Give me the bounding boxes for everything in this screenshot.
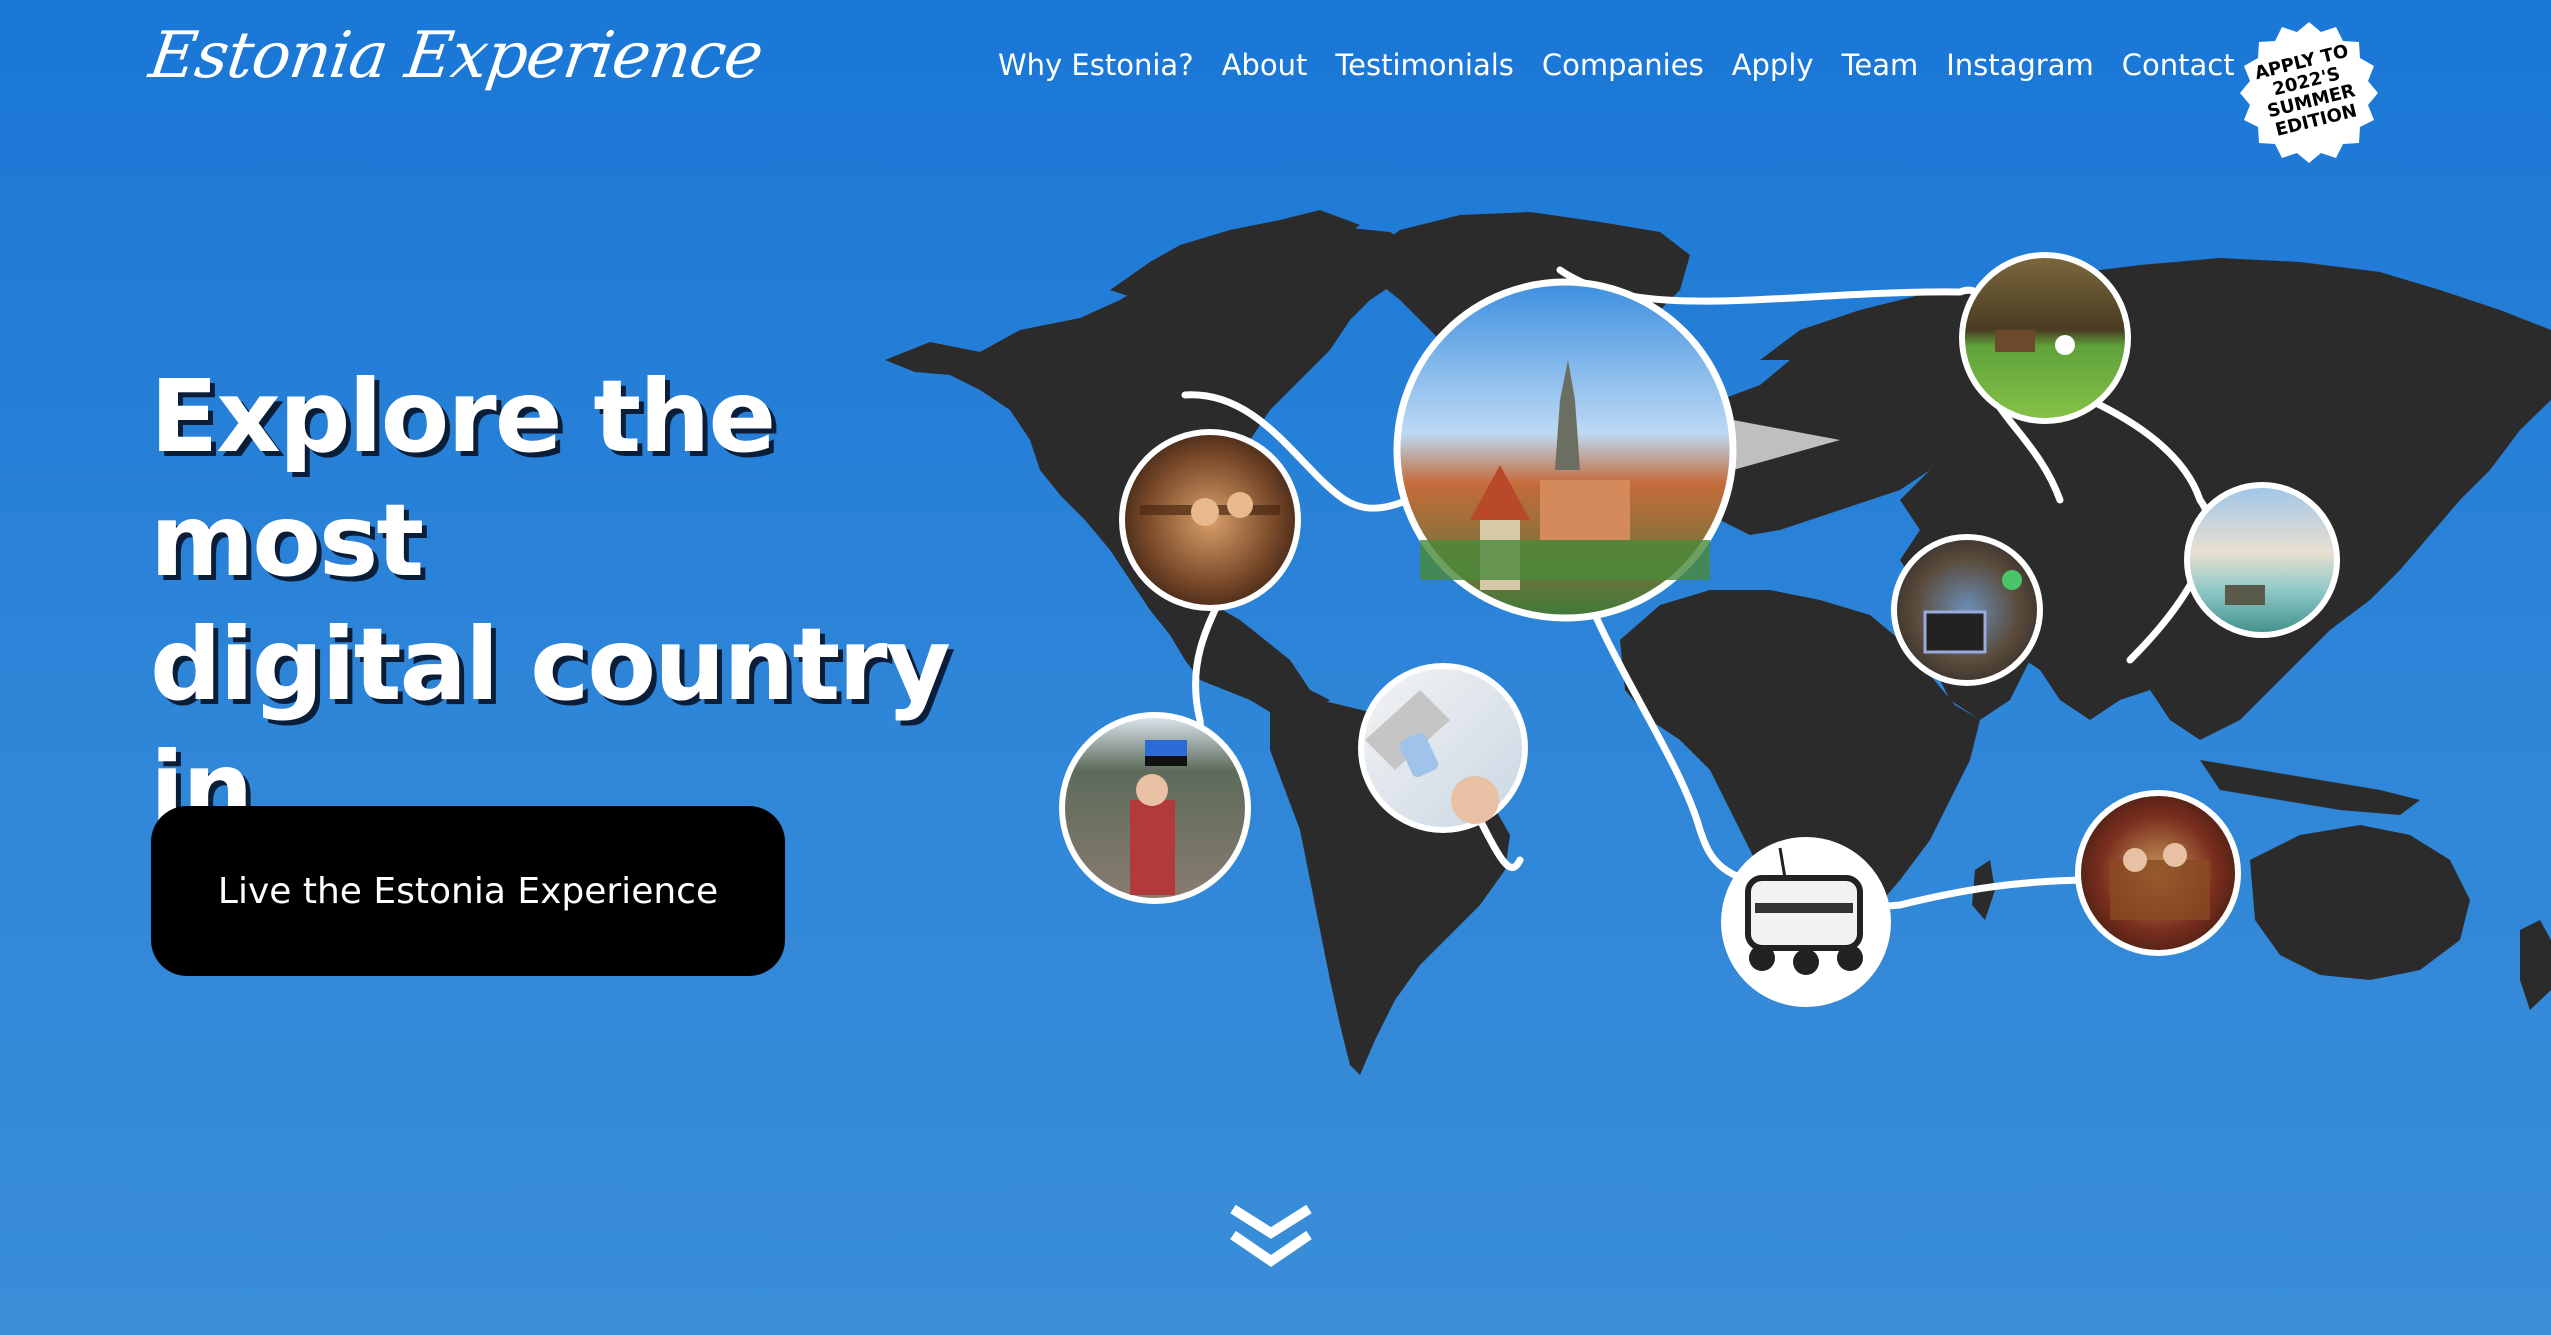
- continents: [885, 210, 2551, 1075]
- photo-bubble-coast[interactable]: [2184, 482, 2340, 638]
- photo-bubble-farm[interactable]: [1959, 252, 2131, 424]
- photo-bubble-robotics[interactable]: [1891, 534, 2043, 686]
- live-experience-button[interactable]: Live the Estonia Experience: [151, 806, 785, 976]
- chevron-double-down-icon[interactable]: [1229, 1205, 1313, 1269]
- photo-bubble-delivery-robot[interactable]: [1721, 837, 1891, 1007]
- photo-bubble-museum[interactable]: [2075, 790, 2241, 956]
- hero-line: Explore the most: [150, 358, 776, 599]
- photo-bubble-laptop[interactable]: [1358, 663, 1528, 833]
- southeast-asia-islands-shape: [2200, 760, 2420, 815]
- australia-shape: [2250, 825, 2470, 980]
- new-zealand-shape: [2520, 920, 2551, 1010]
- photo-bubble-song-festival[interactable]: [1059, 712, 1251, 904]
- photo-bubble-tallinn[interactable]: [1393, 278, 1737, 622]
- photo-bubble-sauna[interactable]: [1119, 429, 1301, 611]
